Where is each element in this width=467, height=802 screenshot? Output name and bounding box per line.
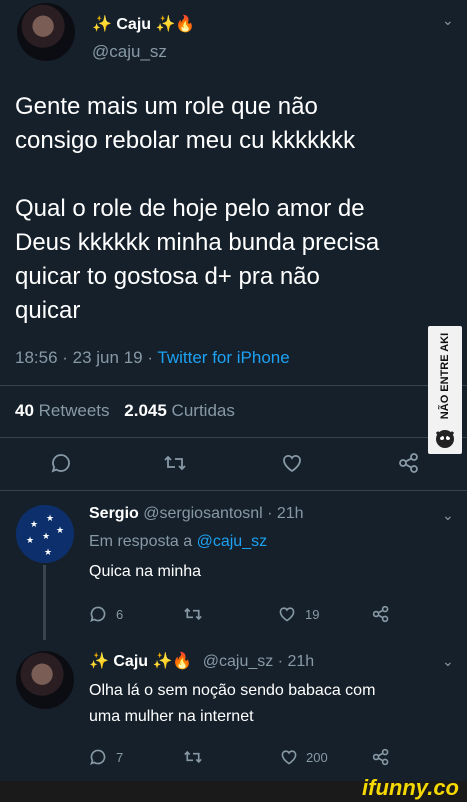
divider: [0, 437, 467, 438]
tweet-text-line: quicar: [15, 297, 81, 324]
svg-text:★: ★: [42, 531, 50, 541]
thread-line: [43, 565, 46, 640]
reply-text: Olha lá o sem noção sendo babaca com uma…: [89, 678, 375, 730]
svg-text:★: ★: [46, 513, 54, 523]
display-name: ✨ Caju ✨🔥: [92, 16, 196, 33]
reply-handle-time: @caju_sz · 21h: [202, 653, 315, 670]
tweet-meta: 18:56 · 23 jun 19 · Twitter for iPhone: [15, 348, 290, 368]
avatar[interactable]: [16, 651, 74, 709]
chevron-down-icon[interactable]: ⌄: [442, 12, 454, 29]
reply-icon[interactable]: [89, 605, 107, 623]
reply-to-prefix: Em resposta a: [89, 533, 197, 550]
like-icon[interactable]: [280, 748, 298, 766]
retweet-icon[interactable]: [183, 748, 203, 766]
retweet-icon[interactable]: [163, 452, 187, 474]
watermark-bar: ifunny.co: [0, 775, 467, 802]
reply-to-handle[interactable]: @caju_sz: [197, 533, 268, 550]
like-icon[interactable]: [281, 452, 303, 474]
tweet-stats: 40 Retweets 2.045 Curtidas: [15, 401, 235, 421]
tweet-text: Gente mais um role que não consigo rebol…: [15, 90, 455, 328]
tweet-text-line: Gente mais um role que não: [15, 93, 318, 120]
reply-icon[interactable]: [50, 452, 72, 474]
tweet-source-link[interactable]: Twitter for iPhone: [157, 348, 289, 367]
reply-to: Em resposta a @caju_sz: [89, 533, 267, 551]
like-icon[interactable]: [278, 605, 296, 623]
dog-logo-icon: [435, 430, 455, 448]
handle: @caju_sz: [92, 42, 167, 61]
tweet-text-line: quicar to gostosa d+ pra não: [15, 263, 320, 290]
likes-label[interactable]: Curtidas: [172, 401, 235, 420]
side-watermark-text: NÃO ENTRE AKI: [439, 332, 451, 420]
like-count: 19: [305, 607, 320, 622]
reply-count: 7: [116, 750, 124, 765]
svg-text:★: ★: [56, 525, 64, 535]
reply-header: ✨ Caju ✨🔥 @caju_sz · 21h: [89, 651, 314, 671]
reply-text-line: Olha lá o sem noção sendo babaca com: [89, 682, 376, 699]
svg-text:★: ★: [26, 535, 34, 545]
reply-count: 6: [116, 607, 124, 622]
chevron-down-icon[interactable]: ⌄: [442, 507, 454, 524]
share-icon[interactable]: [372, 748, 390, 766]
svg-text:★: ★: [30, 519, 38, 529]
reply-display-name: Sergio: [89, 505, 139, 522]
avatar[interactable]: ★ ★ ★ ★ ★ ★: [16, 505, 74, 563]
retweets-count: 40: [15, 401, 34, 420]
tweet-timestamp: 18:56 · 23 jun 19 ·: [15, 348, 158, 367]
retweet-icon[interactable]: [183, 605, 203, 623]
tweet-text-line: Qual o role de hoje pelo amor de: [15, 195, 365, 222]
divider: [0, 385, 467, 386]
share-icon[interactable]: [372, 605, 390, 623]
side-watermark: NÃO ENTRE AKI: [428, 326, 462, 454]
reply-header: Sergio @sergiosantosnl · 21h: [89, 505, 304, 523]
avatar[interactable]: [17, 3, 75, 61]
stars-avatar-image: ★ ★ ★ ★ ★ ★: [16, 505, 74, 563]
reply-display-name: ✨ Caju ✨🔥: [89, 653, 193, 670]
svg-text:★: ★: [44, 547, 52, 557]
divider: [0, 490, 467, 491]
retweets-label[interactable]: Retweets: [39, 401, 110, 420]
reply-text-line: uma mulher na internet: [89, 708, 254, 725]
reply-handle-time: @sergiosantosnl · 21h: [143, 505, 304, 522]
tweet-text-line: Deus kkkkkk minha bunda precisa: [15, 229, 380, 256]
likes-count: 2.045: [124, 401, 167, 420]
share-icon[interactable]: [398, 452, 420, 474]
tweet-text-line: consigo rebolar meu cu kkkkkkk: [15, 127, 356, 154]
chevron-down-icon[interactable]: ⌄: [442, 653, 454, 670]
reply-text: Quica na minha: [89, 563, 202, 580]
reply-icon[interactable]: [89, 748, 107, 766]
like-count: 200: [306, 750, 328, 765]
ifunny-watermark: ifunny.co: [362, 775, 459, 800]
